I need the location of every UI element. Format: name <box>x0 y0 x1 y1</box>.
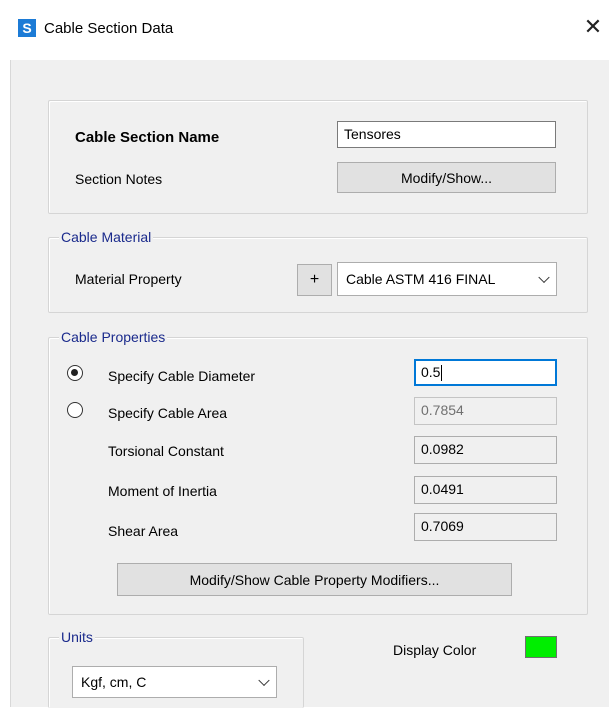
text-caret <box>441 365 443 382</box>
torsional-constant-value: 0.0982 <box>414 436 557 464</box>
specify-diameter-label[interactable]: Specify Cable Diameter <box>108 368 255 384</box>
moment-of-inertia-value: 0.0491 <box>414 476 557 504</box>
specify-area-label[interactable]: Specify Cable Area <box>108 405 227 421</box>
cable-properties-group-title: Cable Properties <box>59 329 168 345</box>
specify-diameter-radio[interactable] <box>67 365 83 381</box>
moment-of-inertia-label: Moment of Inertia <box>108 483 217 499</box>
app-logo-icon: S <box>18 19 36 37</box>
cable-diameter-input[interactable]: 0.5 <box>414 359 557 386</box>
modify-show-notes-button[interactable]: Modify/Show... <box>337 162 556 193</box>
material-property-select[interactable]: Cable ASTM 416 FINAL <box>337 262 557 296</box>
shear-area-label: Shear Area <box>108 523 179 539</box>
display-color-swatch[interactable] <box>525 636 557 658</box>
material-property-label: Material Property <box>75 271 182 287</box>
cable-diameter-value: 0.5 <box>421 364 441 380</box>
units-selected: Kgf, cm, C <box>81 674 147 690</box>
display-color-label: Display Color <box>393 642 477 658</box>
section-name-input[interactable]: Tensores <box>337 121 556 148</box>
specify-area-radio[interactable] <box>67 402 83 418</box>
chevron-down-icon <box>538 271 550 284</box>
section-name-group <box>48 100 588 214</box>
torsional-constant-label: Torsional Constant <box>108 443 224 459</box>
cable-area-input[interactable]: 0.7854 <box>414 397 557 425</box>
add-material-button[interactable]: + <box>297 264 332 296</box>
chevron-down-icon <box>258 674 270 687</box>
units-select[interactable]: Kgf, cm, C <box>72 666 277 698</box>
radio-selected-dot <box>71 369 78 376</box>
material-property-selected: Cable ASTM 416 FINAL <box>346 271 496 287</box>
units-group-title: Units <box>59 629 95 645</box>
cable-material-group-title: Cable Material <box>59 229 154 245</box>
section-name-label: Cable Section Name <box>75 129 220 146</box>
shear-area-value: 0.7069 <box>414 513 557 541</box>
close-icon[interactable]: ✕ <box>580 14 606 40</box>
cable-property-modifiers-button[interactable]: Modify/Show Cable Property Modifiers... <box>117 563 512 596</box>
window-title: Cable Section Data <box>44 20 174 37</box>
section-notes-label: Section Notes <box>75 171 163 187</box>
